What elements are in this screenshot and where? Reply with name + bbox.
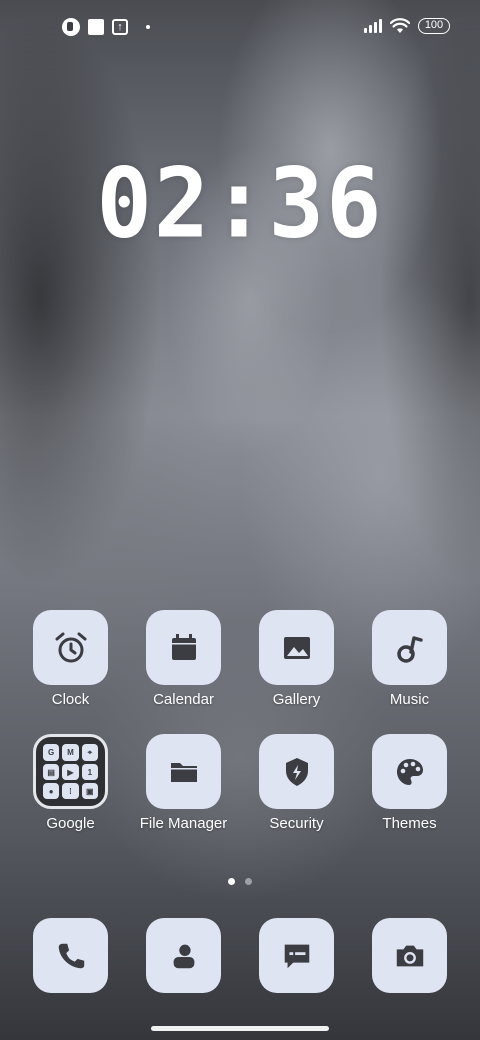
app-security[interactable]: Security: [240, 734, 353, 832]
app-label: Google: [46, 815, 95, 832]
app-tile[interactable]: [372, 734, 447, 809]
app-themes[interactable]: Themes: [353, 734, 466, 832]
phone-icon: [58, 943, 84, 968]
app-tile[interactable]: [146, 734, 221, 809]
app-gallery[interactable]: Gallery: [240, 610, 353, 708]
app-label: Themes: [382, 815, 437, 832]
gesture-navigation-bar[interactable]: [151, 1026, 329, 1031]
app-tile[interactable]: [259, 610, 334, 685]
dot-notification-icon: [146, 25, 150, 29]
page-indicator: [0, 878, 480, 885]
app-label: Clock: [51, 691, 90, 708]
dock-contacts[interactable]: [146, 918, 221, 993]
image-icon: [283, 636, 310, 659]
folder-item: G: [43, 744, 60, 761]
calendar-icon: [171, 633, 196, 660]
app-tile[interactable]: [259, 734, 334, 809]
system-icons: 100: [364, 18, 450, 34]
upload-notification-icon: ↑: [112, 19, 128, 35]
clock-widget[interactable]: 02:36: [0, 147, 480, 259]
app-tile[interactable]: [33, 610, 108, 685]
app-file-manager[interactable]: File Manager: [127, 734, 240, 832]
shield-bolt-icon: [285, 757, 308, 786]
app-label: Gallery: [272, 691, 321, 708]
app-label: File Manager: [139, 815, 228, 832]
folder-item: ▶: [62, 764, 79, 780]
folder-item: M: [62, 744, 79, 761]
palette-icon: [396, 758, 423, 785]
signal-icon: [364, 19, 382, 33]
notification-icons: ↑: [62, 18, 150, 36]
folder-icon: [170, 762, 197, 782]
app-notification-icon: [62, 18, 80, 36]
folder-grid-icon[interactable]: G M ⌖ ▤ ▶ 1 ● ⁞ ▣: [33, 734, 108, 809]
dock-phone[interactable]: [33, 918, 108, 993]
folder-item: ▣: [81, 783, 98, 799]
contacts-icon: [173, 944, 194, 968]
folder-item: ●: [43, 783, 60, 799]
wifi-icon: [390, 18, 410, 33]
battery-icon: 100: [418, 18, 450, 34]
camera-icon: [396, 945, 423, 966]
alarm-clock-icon: [55, 632, 86, 662]
app-label: Calendar: [153, 691, 214, 708]
folder-item: ▤: [43, 764, 60, 780]
folder-item: ⌖: [81, 744, 98, 761]
app-tile[interactable]: [372, 610, 447, 685]
app-tile[interactable]: [146, 610, 221, 685]
app-label: Music: [389, 691, 430, 708]
app-music[interactable]: Music: [353, 610, 466, 708]
app-calendar[interactable]: Calendar: [127, 610, 240, 708]
folder-item: 1: [81, 764, 98, 780]
app-label: Security: [269, 815, 324, 832]
dock-messages[interactable]: [259, 918, 334, 993]
page-dot-active: [228, 878, 235, 885]
dock-camera[interactable]: [372, 918, 447, 993]
page-dot: [245, 878, 252, 885]
message-icon: [284, 944, 309, 968]
status-bar: ↑ 100: [0, 0, 480, 56]
app-grid: Clock Calendar Gallery Music G M ⌖ ▤ ▶ 1…: [14, 610, 466, 832]
square-notification-icon: [88, 19, 104, 35]
folder-item: ⁞: [62, 783, 79, 799]
app-clock[interactable]: Clock: [14, 610, 127, 708]
dock: [14, 918, 466, 993]
app-folder-google[interactable]: G M ⌖ ▤ ▶ 1 ● ⁞ ▣ Google: [14, 734, 127, 832]
music-note-icon: [396, 635, 423, 663]
